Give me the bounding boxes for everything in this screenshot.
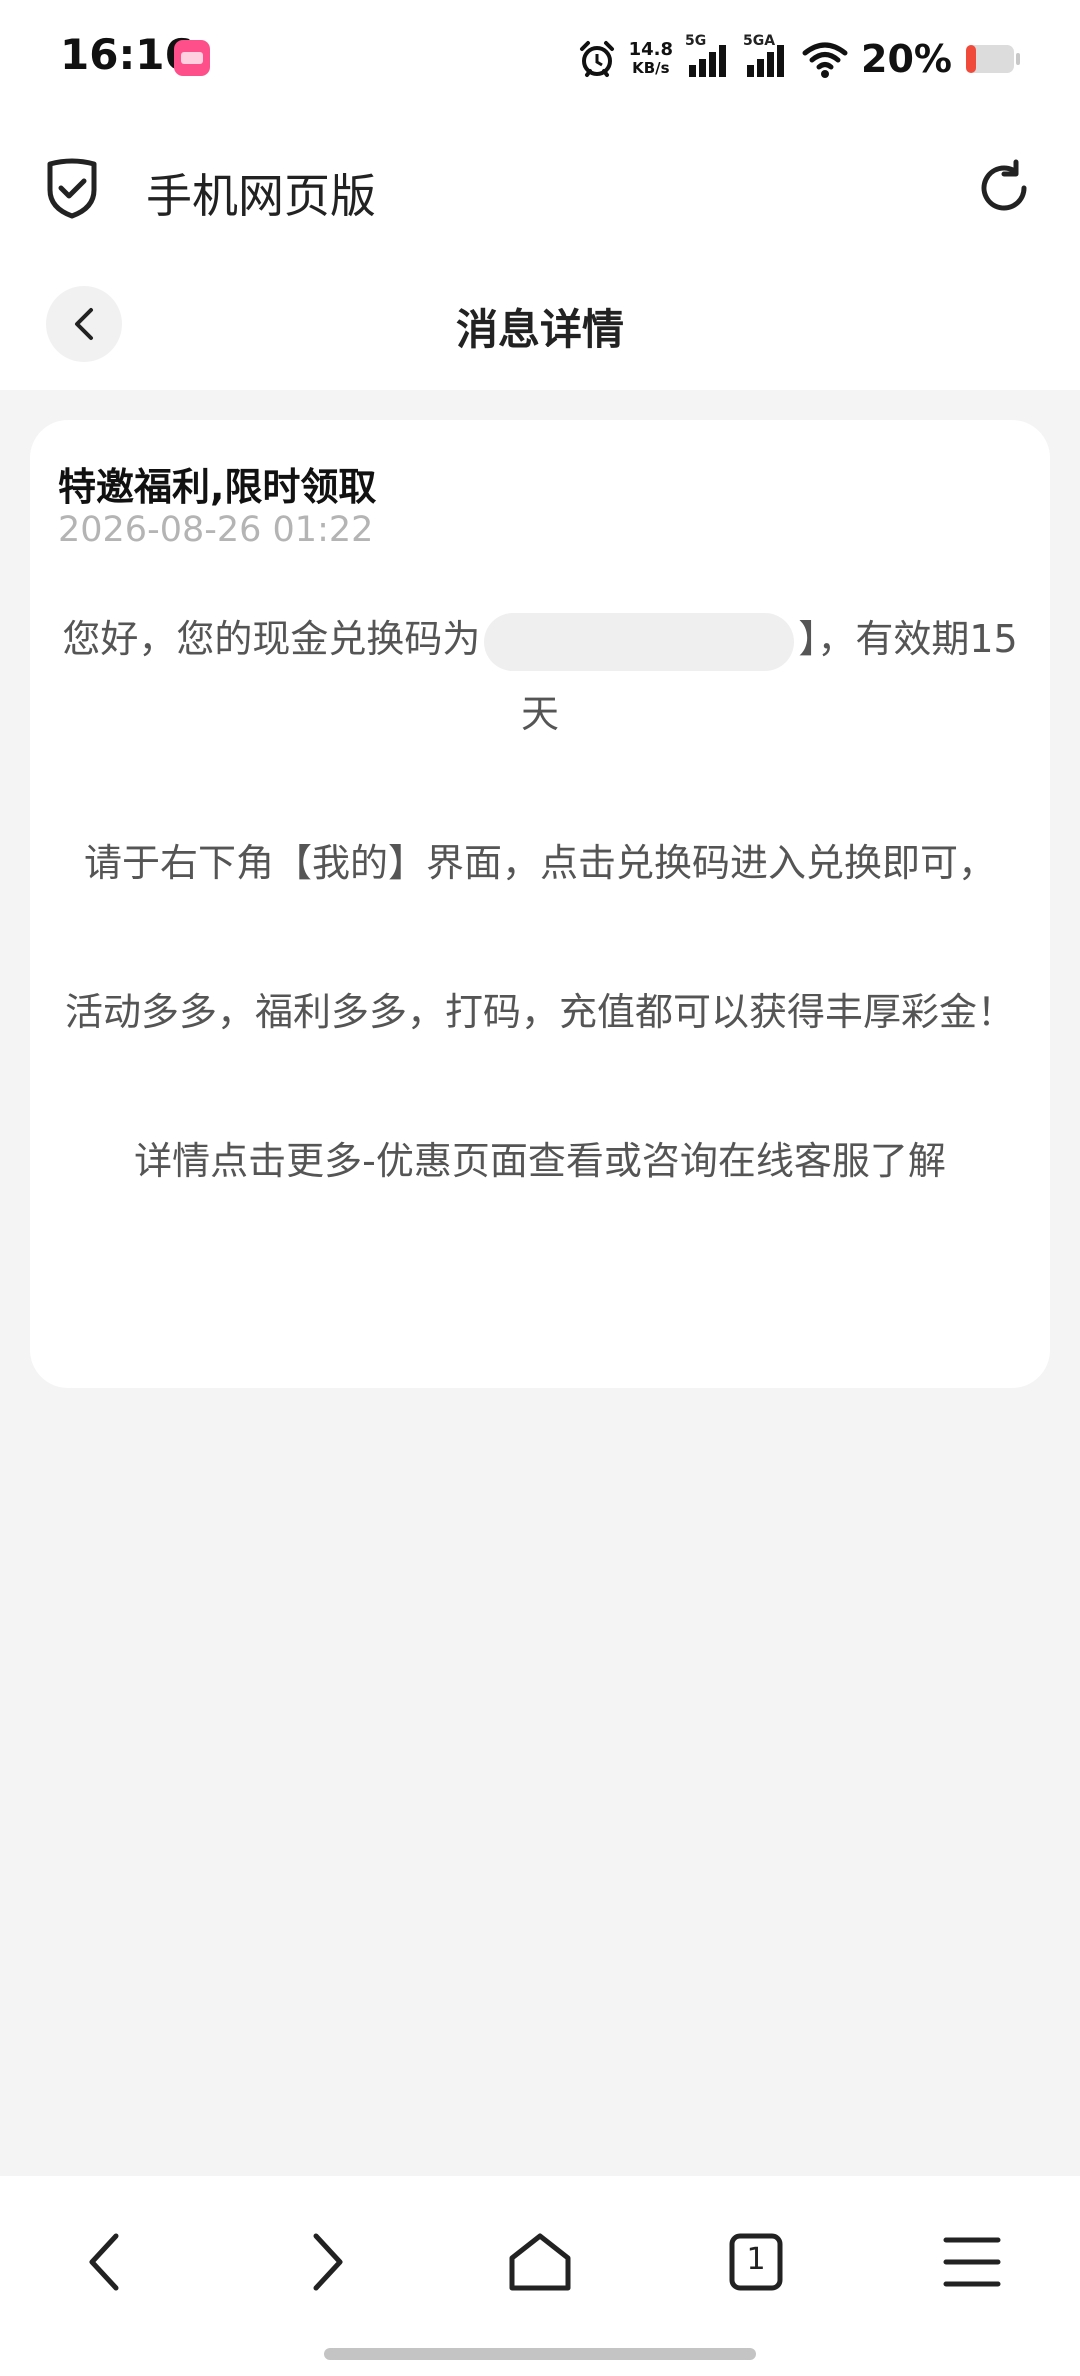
page-title: 消息详情 [455, 305, 624, 354]
signal-icon [689, 45, 727, 77]
battery-icon [966, 45, 1020, 73]
shield-check-icon[interactable] [42, 156, 102, 220]
message-p1-before: 您好，您的现金兑换码为 [62, 617, 481, 661]
message-paragraph: 活动多多，福利多多，打码，充值都可以获得丰厚彩金！ [64, 990, 1015, 1034]
lala-app-icon [174, 40, 210, 76]
back-button[interactable] [46, 286, 122, 362]
status-bar: 16:16 14.8 KB/s 5G 5GA 20% [0, 0, 1080, 118]
refresh-icon[interactable] [972, 156, 1036, 220]
home-icon[interactable] [500, 2222, 580, 2302]
signal-5ga: 5GA [743, 33, 789, 79]
bottom-nav: 1 [0, 2176, 1080, 2376]
network-speed: 14.8 KB/s [628, 39, 674, 78]
page-header: 消息详情 [0, 260, 1080, 390]
tab-count: 1 [746, 2242, 766, 2277]
message-body: 您好，您的现金兑换码为 】，有效期15天 请于右下角【我的】界面，点击兑换码进入兑… [60, 602, 1020, 1199]
browser-toolbar: 手机网页版 [0, 118, 1080, 260]
network-speed-value: 14.8 [628, 39, 674, 60]
message-card: 特邀福利,限时领取 2026-08-26 01:22 您好，您的现金兑换码为】，… [30, 420, 1050, 1388]
message-paragraph: 您好，您的现金兑换码为 】，有效期15天 [60, 602, 1020, 752]
battery-percent: 20% [861, 37, 952, 81]
status-icons: 14.8 KB/s 5G 5GA 20% [577, 33, 1022, 84]
back-icon[interactable] [68, 2222, 148, 2302]
redacted-code [484, 612, 795, 671]
message-paragraph: 请于右下角【我的】界面，点击兑换码进入兑换即可， [83, 841, 996, 885]
home-indicator[interactable] [324, 2348, 756, 2360]
menu-icon[interactable] [932, 2222, 1012, 2302]
tabs-button[interactable]: 1 [716, 2222, 796, 2302]
message-date: 2026-08-26 01:22 [58, 510, 374, 550]
network-speed-unit: KB/s [632, 59, 670, 77]
wifi-icon [802, 42, 848, 78]
alarm-icon [579, 41, 614, 77]
browser-title: 手机网页版 [146, 169, 376, 223]
signal-5g: 5G [685, 33, 731, 79]
message-paragraph: 详情点击更多-优惠页面查看或咨询在线客服了解 [134, 1139, 946, 1183]
signal-icon [747, 45, 785, 77]
forward-icon[interactable] [284, 2222, 364, 2302]
chevron-left-icon [75, 308, 93, 340]
message-title: 特邀福利,限时领取 [58, 465, 377, 509]
